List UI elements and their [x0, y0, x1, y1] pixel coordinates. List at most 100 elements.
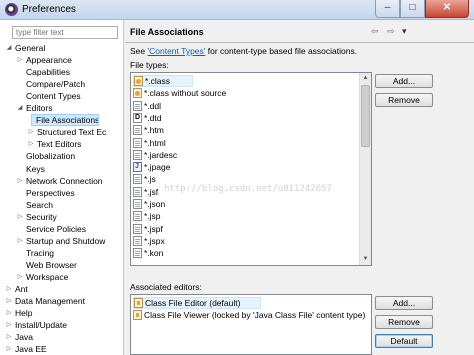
view-menu-icon[interactable]: ▾	[402, 26, 407, 37]
back-arrow-icon[interactable]: ⇦	[371, 26, 379, 37]
tree-item-label: File Associations	[36, 115, 99, 126]
title-bar: Preferences – □ ✕	[0, 0, 474, 20]
tree-item[interactable]: Globalization	[0, 150, 124, 162]
remove-file-type-button[interactable]: Remove	[375, 93, 433, 107]
list-item[interactable]: *.ddl	[133, 100, 161, 112]
scroll-down-icon[interactable]: ▼	[360, 254, 371, 265]
list-item[interactable]: *.jspx	[133, 235, 165, 247]
list-item[interactable]: Class File Editor (default)	[133, 297, 261, 309]
expand-icon[interactable]: ▷	[5, 295, 13, 307]
tree-item[interactable]: Search	[0, 199, 124, 211]
maximize-button[interactable]: □	[400, 0, 425, 18]
list-item-label: *.jsf	[144, 186, 159, 197]
default-editor-button[interactable]: Default	[375, 334, 433, 348]
tree-item[interactable]: ▷ Security	[0, 211, 124, 223]
list-item[interactable]: *.jpage	[133, 161, 170, 173]
scroll-up-icon[interactable]: ▲	[360, 73, 371, 84]
text-file-icon	[133, 174, 142, 185]
collapse-icon[interactable]: ◢	[5, 42, 13, 54]
tree-item[interactable]: ▷ Text Editors	[0, 138, 124, 150]
text-file-icon	[133, 186, 142, 197]
tree-item[interactable]: ▷ Java	[0, 331, 124, 343]
class-file-icon	[134, 76, 143, 86]
expand-icon[interactable]: ▷	[27, 126, 35, 138]
expand-icon[interactable]: ▷	[16, 271, 24, 283]
add-editor-button[interactable]: Add...	[375, 296, 433, 310]
tree-item[interactable]: ▷ Ant	[0, 283, 124, 295]
tree-item[interactable]: Tracing	[0, 247, 124, 259]
list-item[interactable]: *.jspf	[133, 223, 163, 235]
tree-item[interactable]: ▷ Install/Update	[0, 319, 124, 331]
tree-item[interactable]: Service Policies	[0, 223, 124, 235]
add-file-type-button[interactable]: Add...	[375, 74, 433, 88]
tree-item-label: Appearance	[26, 55, 72, 66]
text-file-icon	[133, 149, 142, 160]
expand-icon[interactable]: ▷	[5, 307, 13, 319]
remove-editor-button[interactable]: Remove	[375, 315, 433, 329]
list-item[interactable]: *.class	[133, 75, 193, 87]
list-item[interactable]: *.js	[133, 173, 156, 185]
list-item[interactable]: *.htm	[133, 124, 164, 136]
list-item-label: *.dtd	[144, 112, 162, 123]
expand-icon[interactable]: ▷	[16, 175, 24, 187]
content-types-link[interactable]: 'Content Types'	[148, 46, 206, 56]
tree-item[interactable]: ◢ Editors	[0, 102, 124, 114]
tree-item[interactable]: Compare/Patch	[0, 78, 124, 90]
tree-item[interactable]: ◢ General	[0, 42, 124, 54]
expand-icon[interactable]: ▷	[16, 211, 24, 223]
expand-icon[interactable]: ▷	[16, 235, 24, 247]
list-item-label: *.ddl	[144, 100, 162, 111]
tree-item-label: Tracing	[26, 247, 55, 258]
tree-item[interactable]: ▷ Workspace	[0, 271, 124, 283]
list-item[interactable]: Class File Viewer (locked by 'Java Class…	[133, 309, 365, 321]
list-item[interactable]: *.class without source	[133, 87, 226, 99]
collapse-icon[interactable]: ◢	[16, 102, 24, 114]
expand-icon[interactable]: ▷	[5, 283, 13, 295]
dtd-file-icon	[133, 112, 142, 124]
list-item[interactable]: *.json	[133, 198, 165, 210]
expand-icon[interactable]: ▷	[5, 343, 13, 355]
tree-item[interactable]: ▷ Java EE	[0, 343, 124, 355]
list-item[interactable]: *.jardesc	[133, 149, 177, 161]
scroll-thumb[interactable]	[361, 85, 370, 147]
list-item[interactable]: *.jsf	[133, 186, 158, 198]
forward-arrow-icon[interactable]: ⇨	[387, 26, 395, 37]
list-item[interactable]: *.kon	[133, 247, 163, 259]
tree-item-label: Text Editors	[37, 139, 82, 150]
tree-item[interactable]: Keys	[0, 163, 124, 175]
tree-item[interactable]: File Associations	[31, 114, 99, 127]
list-item[interactable]: *.dtd	[133, 112, 162, 124]
tree-item[interactable]: ▷ Appearance	[0, 54, 124, 66]
expand-icon[interactable]: ▷	[5, 319, 13, 331]
tree-item-label: Perspectives	[26, 187, 75, 198]
list-item[interactable]: *.jsp	[133, 210, 161, 222]
associated-editors-list[interactable]: Class File Editor (default) Class File Vi…	[130, 294, 372, 355]
expand-icon[interactable]: ▷	[16, 54, 24, 66]
close-button[interactable]: ✕	[425, 0, 469, 18]
tree-item[interactable]: ▷ Startup and Shutdow	[0, 235, 124, 247]
tree-item[interactable]: ▷ Network Connection	[0, 175, 124, 187]
editor-icon	[133, 310, 142, 321]
list-item[interactable]: *.html	[133, 137, 166, 149]
tree-item-label: Network Connection	[26, 175, 103, 186]
minimize-button[interactable]: –	[375, 0, 400, 18]
text-file-icon	[133, 248, 142, 259]
expand-icon[interactable]: ▷	[5, 331, 13, 343]
tree-item[interactable]: ▷ Structured Text Ec	[0, 126, 124, 138]
expand-icon[interactable]: ▷	[27, 138, 35, 150]
tree-item[interactable]: Capabilities	[0, 66, 124, 78]
tree-item-label: Search	[26, 199, 53, 210]
filter-input[interactable]	[12, 26, 118, 39]
watermark: http://blog.csdn.net/u011242657	[164, 184, 332, 194]
tree-item[interactable]: ▷ Data Management	[0, 295, 124, 307]
tree-item[interactable]: ▷ Help	[0, 307, 124, 319]
class-file-icon	[133, 88, 142, 99]
tree-item[interactable]: Web Browser	[0, 259, 124, 271]
tree-item[interactable]: Perspectives	[0, 187, 124, 199]
tree-item-label: Startup and Shutdow	[26, 235, 106, 246]
window-title: Preferences	[22, 4, 76, 15]
tree-item-label: Java	[15, 332, 33, 343]
file-types-scrollbar[interactable]: ▲ ▼	[359, 73, 371, 265]
file-types-list[interactable]: ▲ ▼ *.class*.class without source*.ddl*.…	[130, 72, 372, 266]
tree-item[interactable]: Content Types	[0, 90, 124, 102]
